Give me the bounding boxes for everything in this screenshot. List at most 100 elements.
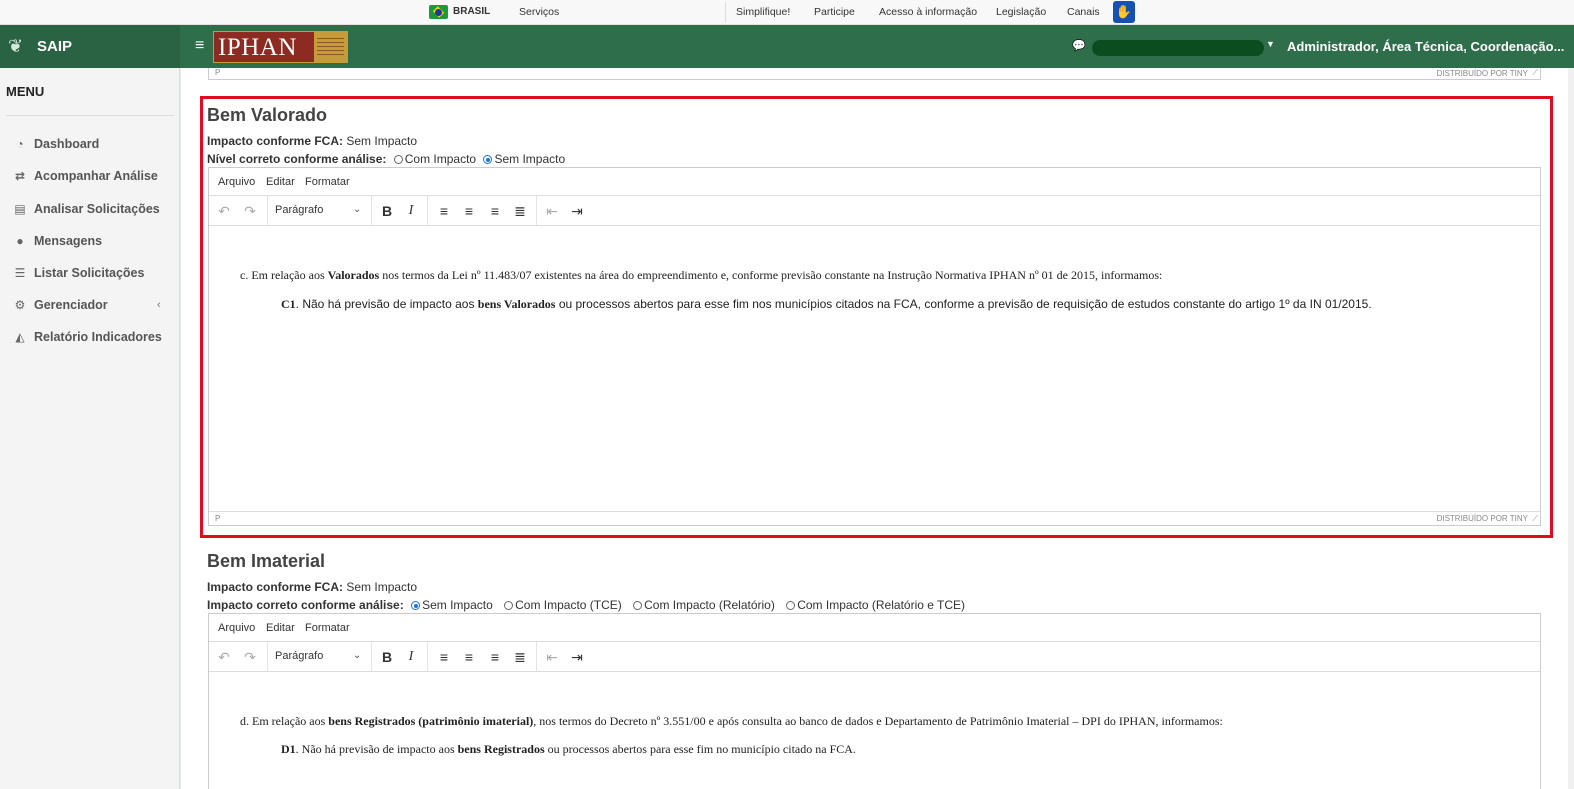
align-left-icon[interactable]: ≡ [436, 203, 452, 219]
editor-bem-imaterial: Arquivo Editar Formatar ↶ ↷ Parágrafo ⌄ … [208, 613, 1541, 789]
sidebar-item-label: Acompanhar Análise [34, 169, 158, 183]
radio-com-impacto-relatorio-tce[interactable] [786, 601, 796, 610]
caret-down-icon[interactable]: ▼ [1266, 39, 1275, 49]
editor-menubar: Arquivo Editar Formatar [209, 614, 1540, 642]
text: ou processos abertos para esse fim nos m… [555, 297, 1372, 311]
radio-label[interactable]: Sem Impacto [494, 152, 565, 166]
vlibras-hand-icon[interactable]: ✋ [1113, 1, 1135, 23]
text: ou processos abertos para esse fim no mu… [544, 742, 856, 756]
menu-arquivo[interactable]: Arquivo [218, 622, 255, 634]
radio-label[interactable]: Com Impacto (TCE) [515, 598, 622, 612]
dashboard-icon: ◔ [16, 137, 24, 151]
main-content: P DISTRIBUÍDO POR TINY ⟋ Bem Valorado Im… [181, 68, 1574, 789]
page-scrollbar[interactable] [1568, 68, 1574, 789]
app-brand[interactable]: ❦ SAIP [0, 25, 180, 68]
chevron-left-icon[interactable]: ‹ [157, 299, 161, 311]
align-justify-icon[interactable]: ≣ [512, 649, 528, 666]
divider [427, 642, 428, 671]
indent-icon[interactable]: ⇥ [569, 649, 585, 666]
book-icon: ▤ [14, 202, 26, 216]
list-icon: ☰ [14, 266, 26, 280]
menu-editar[interactable]: Editar [266, 622, 295, 634]
tiny-branding[interactable]: DISTRIBUÍDO POR TINY [1437, 69, 1528, 78]
outdent-icon[interactable]: ⇤ [544, 649, 560, 666]
undo-icon[interactable]: ↶ [216, 649, 232, 666]
paragraph-c: c. Em relação aos Valorados nos termos d… [240, 268, 1162, 283]
gov-link-participe[interactable]: Participe [814, 6, 855, 18]
editor-path: P [215, 514, 221, 523]
menu-arquivo[interactable]: Arquivo [218, 176, 255, 188]
align-justify-icon[interactable]: ≣ [512, 203, 528, 220]
text: . Não há previsão de impacto aos [295, 297, 478, 311]
editor-path: P [215, 68, 221, 77]
field-label: Impacto conforme FCA: [207, 580, 344, 594]
undo-icon[interactable]: ↶ [216, 203, 232, 220]
user-role[interactable]: Administrador, Área Técnica, Coordenação… [1287, 39, 1564, 54]
redo-icon[interactable]: ↷ [242, 649, 258, 666]
user-name-redacted[interactable] [1092, 40, 1264, 56]
gov-brasil-link[interactable]: BRASIL [453, 6, 490, 17]
text: c. Em relação aos [240, 268, 328, 282]
radio-com-impacto-relatorio[interactable] [633, 601, 643, 610]
gov-link-legislacao[interactable]: Legislação [996, 6, 1046, 18]
gov-top-bar: BRASIL Serviços Simplifique! Participe A… [0, 0, 1574, 25]
radio-label[interactable]: Com Impacto [405, 152, 476, 166]
format-select[interactable]: Parágrafo [275, 204, 323, 216]
redo-icon[interactable]: ↷ [242, 203, 258, 220]
editor-bem-valorado: Arquivo Editar Formatar ↶ ↷ Parágrafo ⌄ … [208, 167, 1541, 526]
impacto-fca-imaterial: Impacto conforme FCA: Sem Impacto [207, 580, 417, 594]
indent-icon[interactable]: ⇥ [569, 203, 585, 220]
saip-logo-icon: ❦ [8, 36, 24, 56]
tiny-branding[interactable]: DISTRIBUÍDO POR TINY [1437, 514, 1528, 523]
align-right-icon[interactable]: ≡ [487, 649, 503, 665]
menu-formatar[interactable]: Formatar [305, 176, 350, 188]
radio-label[interactable]: Com Impacto (Relatório e TCE) [797, 598, 965, 612]
gov-link-simplifique[interactable]: Simplifique! [736, 6, 790, 18]
text: . Não há previsão de impacto aos [295, 742, 458, 756]
sidebar-item-label: Mensagens [34, 234, 103, 248]
nivel-correto-valorado: Nível correto conforme análise: Com Impa… [207, 152, 565, 166]
radio-label[interactable]: Sem Impacto [422, 598, 493, 612]
text: , nos termos do Decreto nº 3.551/00 e ap… [533, 714, 1223, 728]
format-select[interactable]: Parágrafo [275, 650, 323, 662]
align-left-icon[interactable]: ≡ [436, 649, 452, 665]
menu-toggle-icon[interactable]: ≡ [195, 37, 204, 55]
sidebar-item-label: Listar Solicitações [34, 266, 145, 280]
section-title-bem-valorado: Bem Valorado [207, 105, 328, 125]
editor-content[interactable]: d. Em relação aos bens Registrados (patr… [209, 672, 1540, 789]
italic-icon[interactable]: I [403, 203, 419, 219]
menu-formatar[interactable]: Formatar [305, 622, 350, 634]
brazil-flag-icon[interactable] [429, 5, 448, 19]
paragraph-c1: C1. Não há previsão de impacto aos bens … [281, 297, 1372, 312]
bold-icon[interactable]: B [379, 203, 395, 219]
menu-editar[interactable]: Editar [266, 176, 295, 188]
editor-content[interactable]: c. Em relação aos Valorados nos termos d… [209, 226, 1540, 511]
gov-link-canais[interactable]: Canais [1067, 6, 1100, 18]
sidebar-item-label: Analisar Solicitações [34, 202, 160, 216]
chat-icon[interactable]: 💬 [1072, 39, 1086, 52]
bold-icon[interactable]: B [379, 649, 395, 665]
italic-icon[interactable]: I [403, 649, 419, 665]
chevron-down-icon[interactable]: ⌄ [353, 650, 361, 661]
sidebar-item-label: Gerenciador [34, 298, 108, 312]
resize-handle-icon[interactable]: ⟋ [1532, 68, 1538, 78]
text-bold: C1 [281, 297, 296, 311]
chevron-down-icon[interactable]: ⌄ [353, 204, 361, 215]
radio-label[interactable]: Com Impacto (Relatório) [644, 598, 775, 612]
resize-handle-icon[interactable]: ⟋ [1532, 514, 1538, 524]
align-right-icon[interactable]: ≡ [487, 203, 503, 219]
divider [371, 196, 372, 225]
sidebar-item-label: Relatório Indicadores [34, 330, 162, 344]
text-bold: bens Registrados [457, 742, 545, 756]
radio-com-impacto[interactable] [393, 155, 403, 164]
radio-sem-impacto[interactable] [411, 601, 421, 610]
align-center-icon[interactable]: ≡ [461, 203, 477, 219]
area-chart-icon: ◭ [15, 330, 25, 344]
align-center-icon[interactable]: ≡ [461, 649, 477, 665]
radio-sem-impacto[interactable] [483, 155, 493, 164]
gov-link-acesso[interactable]: Acesso à informação [879, 6, 977, 18]
outdent-icon[interactable]: ⇤ [544, 203, 560, 220]
radio-com-impacto-tce[interactable] [504, 601, 514, 610]
gov-services-link[interactable]: Serviços [519, 6, 559, 18]
iphan-logo-gold-block [314, 32, 347, 62]
